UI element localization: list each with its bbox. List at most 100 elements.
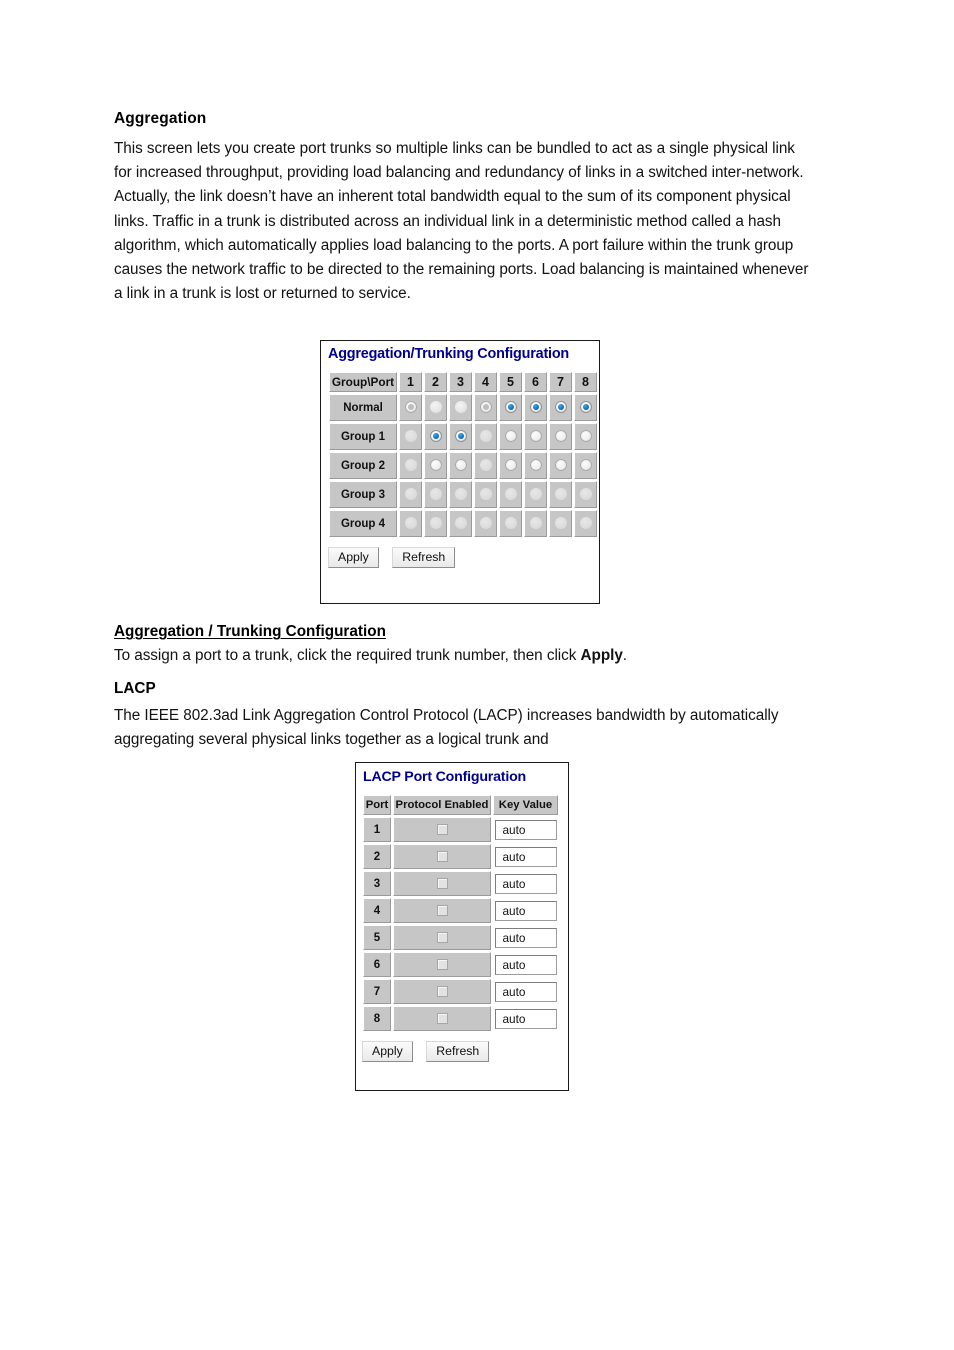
radio-unselected-icon[interactable] [579,488,592,501]
aggregation-cell[interactable] [574,481,597,508]
radio-selected-icon[interactable] [579,401,592,414]
key-value-input[interactable]: auto [494,846,557,867]
checkbox-unchecked-icon[interactable] [436,1013,448,1025]
aggregation-cell[interactable] [499,510,522,537]
lacp-apply-button[interactable]: Apply [362,1041,413,1062]
radio-unselected-icon[interactable] [404,459,417,472]
radio-unselected-icon[interactable] [429,488,442,501]
aggregation-cell[interactable] [399,394,422,421]
key-value-input[interactable]: auto [494,981,557,1002]
lacp-protocol-cell[interactable] [393,1006,491,1031]
aggregation-cell[interactable] [449,423,472,450]
aggregation-apply-button[interactable]: Apply [328,547,379,568]
aggregation-cell[interactable] [449,510,472,537]
radio-selected-icon[interactable] [529,401,542,414]
aggregation-cell[interactable] [474,423,497,450]
lacp-refresh-button[interactable]: Refresh [426,1041,490,1062]
aggregation-cell[interactable] [424,423,447,450]
aggregation-cell[interactable] [524,481,547,508]
radio-unselected-icon[interactable] [504,517,517,530]
aggregation-cell[interactable] [549,423,572,450]
aggregation-cell[interactable] [449,452,472,479]
radio-unselected-icon[interactable] [429,517,442,530]
aggregation-cell[interactable] [524,510,547,537]
aggregation-cell[interactable] [549,394,572,421]
aggregation-cell[interactable] [474,481,497,508]
aggregation-cell[interactable] [399,481,422,508]
radio-unselected-icon[interactable] [404,488,417,501]
lacp-protocol-cell[interactable] [393,844,491,869]
radio-unselected-icon[interactable] [504,430,517,443]
radio-unselected-icon[interactable] [479,488,492,501]
aggregation-cell[interactable] [399,423,422,450]
checkbox-unchecked-icon[interactable] [436,959,448,971]
aggregation-cell[interactable] [574,394,597,421]
radio-selected-icon[interactable] [504,401,517,414]
aggregation-cell[interactable] [424,481,447,508]
aggregation-cell[interactable] [574,423,597,450]
lacp-protocol-cell[interactable] [393,871,491,896]
checkbox-unchecked-icon[interactable] [436,986,448,998]
aggregation-cell[interactable] [574,452,597,479]
aggregation-cell[interactable] [424,452,447,479]
radio-unselected-icon[interactable] [554,459,567,472]
radio-unselected-icon[interactable] [579,459,592,472]
aggregation-cell[interactable] [474,510,497,537]
radio-unselected-icon[interactable] [454,459,467,472]
aggregation-cell[interactable] [549,452,572,479]
aggregation-cell[interactable] [549,510,572,537]
radio-unselected-icon[interactable] [404,517,417,530]
aggregation-cell[interactable] [499,452,522,479]
radio-selected-icon[interactable] [429,430,442,443]
radio-unselected-icon[interactable] [429,401,442,414]
key-value-input[interactable]: auto [494,900,557,921]
radio-unselected-icon[interactable] [554,517,567,530]
radio-unselected-icon[interactable] [529,459,542,472]
radio-unselected-icon[interactable] [479,401,492,414]
checkbox-unchecked-icon[interactable] [436,932,448,944]
radio-unselected-icon[interactable] [454,517,467,530]
aggregation-refresh-button[interactable]: Refresh [392,547,456,568]
lacp-protocol-cell[interactable] [393,898,491,923]
radio-unselected-icon[interactable] [529,488,542,501]
lacp-protocol-cell[interactable] [393,925,491,950]
radio-unselected-icon[interactable] [529,517,542,530]
aggregation-cell[interactable] [399,510,422,537]
radio-unselected-icon[interactable] [554,488,567,501]
radio-unselected-icon[interactable] [479,430,492,443]
checkbox-unchecked-icon[interactable] [436,905,448,917]
radio-unselected-icon[interactable] [504,488,517,501]
radio-unselected-icon[interactable] [554,430,567,443]
key-value-input[interactable]: auto [494,927,557,948]
radio-unselected-icon[interactable] [454,401,467,414]
radio-unselected-icon[interactable] [454,488,467,501]
radio-unselected-icon[interactable] [404,430,417,443]
aggregation-cell[interactable] [524,452,547,479]
aggregation-cell[interactable] [424,510,447,537]
aggregation-cell[interactable] [524,423,547,450]
aggregation-cell[interactable] [549,481,572,508]
radio-selected-icon[interactable] [454,430,467,443]
radio-unselected-icon[interactable] [479,459,492,472]
key-value-input[interactable]: auto [494,873,557,894]
aggregation-cell[interactable] [474,452,497,479]
radio-unselected-icon[interactable] [479,517,492,530]
aggregation-cell[interactable] [574,510,597,537]
key-value-input[interactable]: auto [494,954,557,975]
radio-selected-icon[interactable] [554,401,567,414]
radio-unselected-icon[interactable] [404,401,417,414]
aggregation-cell[interactable] [499,394,522,421]
aggregation-cell[interactable] [399,452,422,479]
aggregation-cell[interactable] [499,423,522,450]
lacp-protocol-cell[interactable] [393,817,491,842]
lacp-protocol-cell[interactable] [393,979,491,1004]
radio-unselected-icon[interactable] [579,517,592,530]
aggregation-cell[interactable] [449,394,472,421]
aggregation-cell[interactable] [524,394,547,421]
radio-unselected-icon[interactable] [504,459,517,472]
aggregation-cell[interactable] [449,481,472,508]
radio-unselected-icon[interactable] [429,459,442,472]
lacp-protocol-cell[interactable] [393,952,491,977]
radio-unselected-icon[interactable] [579,430,592,443]
checkbox-unchecked-icon[interactable] [436,878,448,890]
